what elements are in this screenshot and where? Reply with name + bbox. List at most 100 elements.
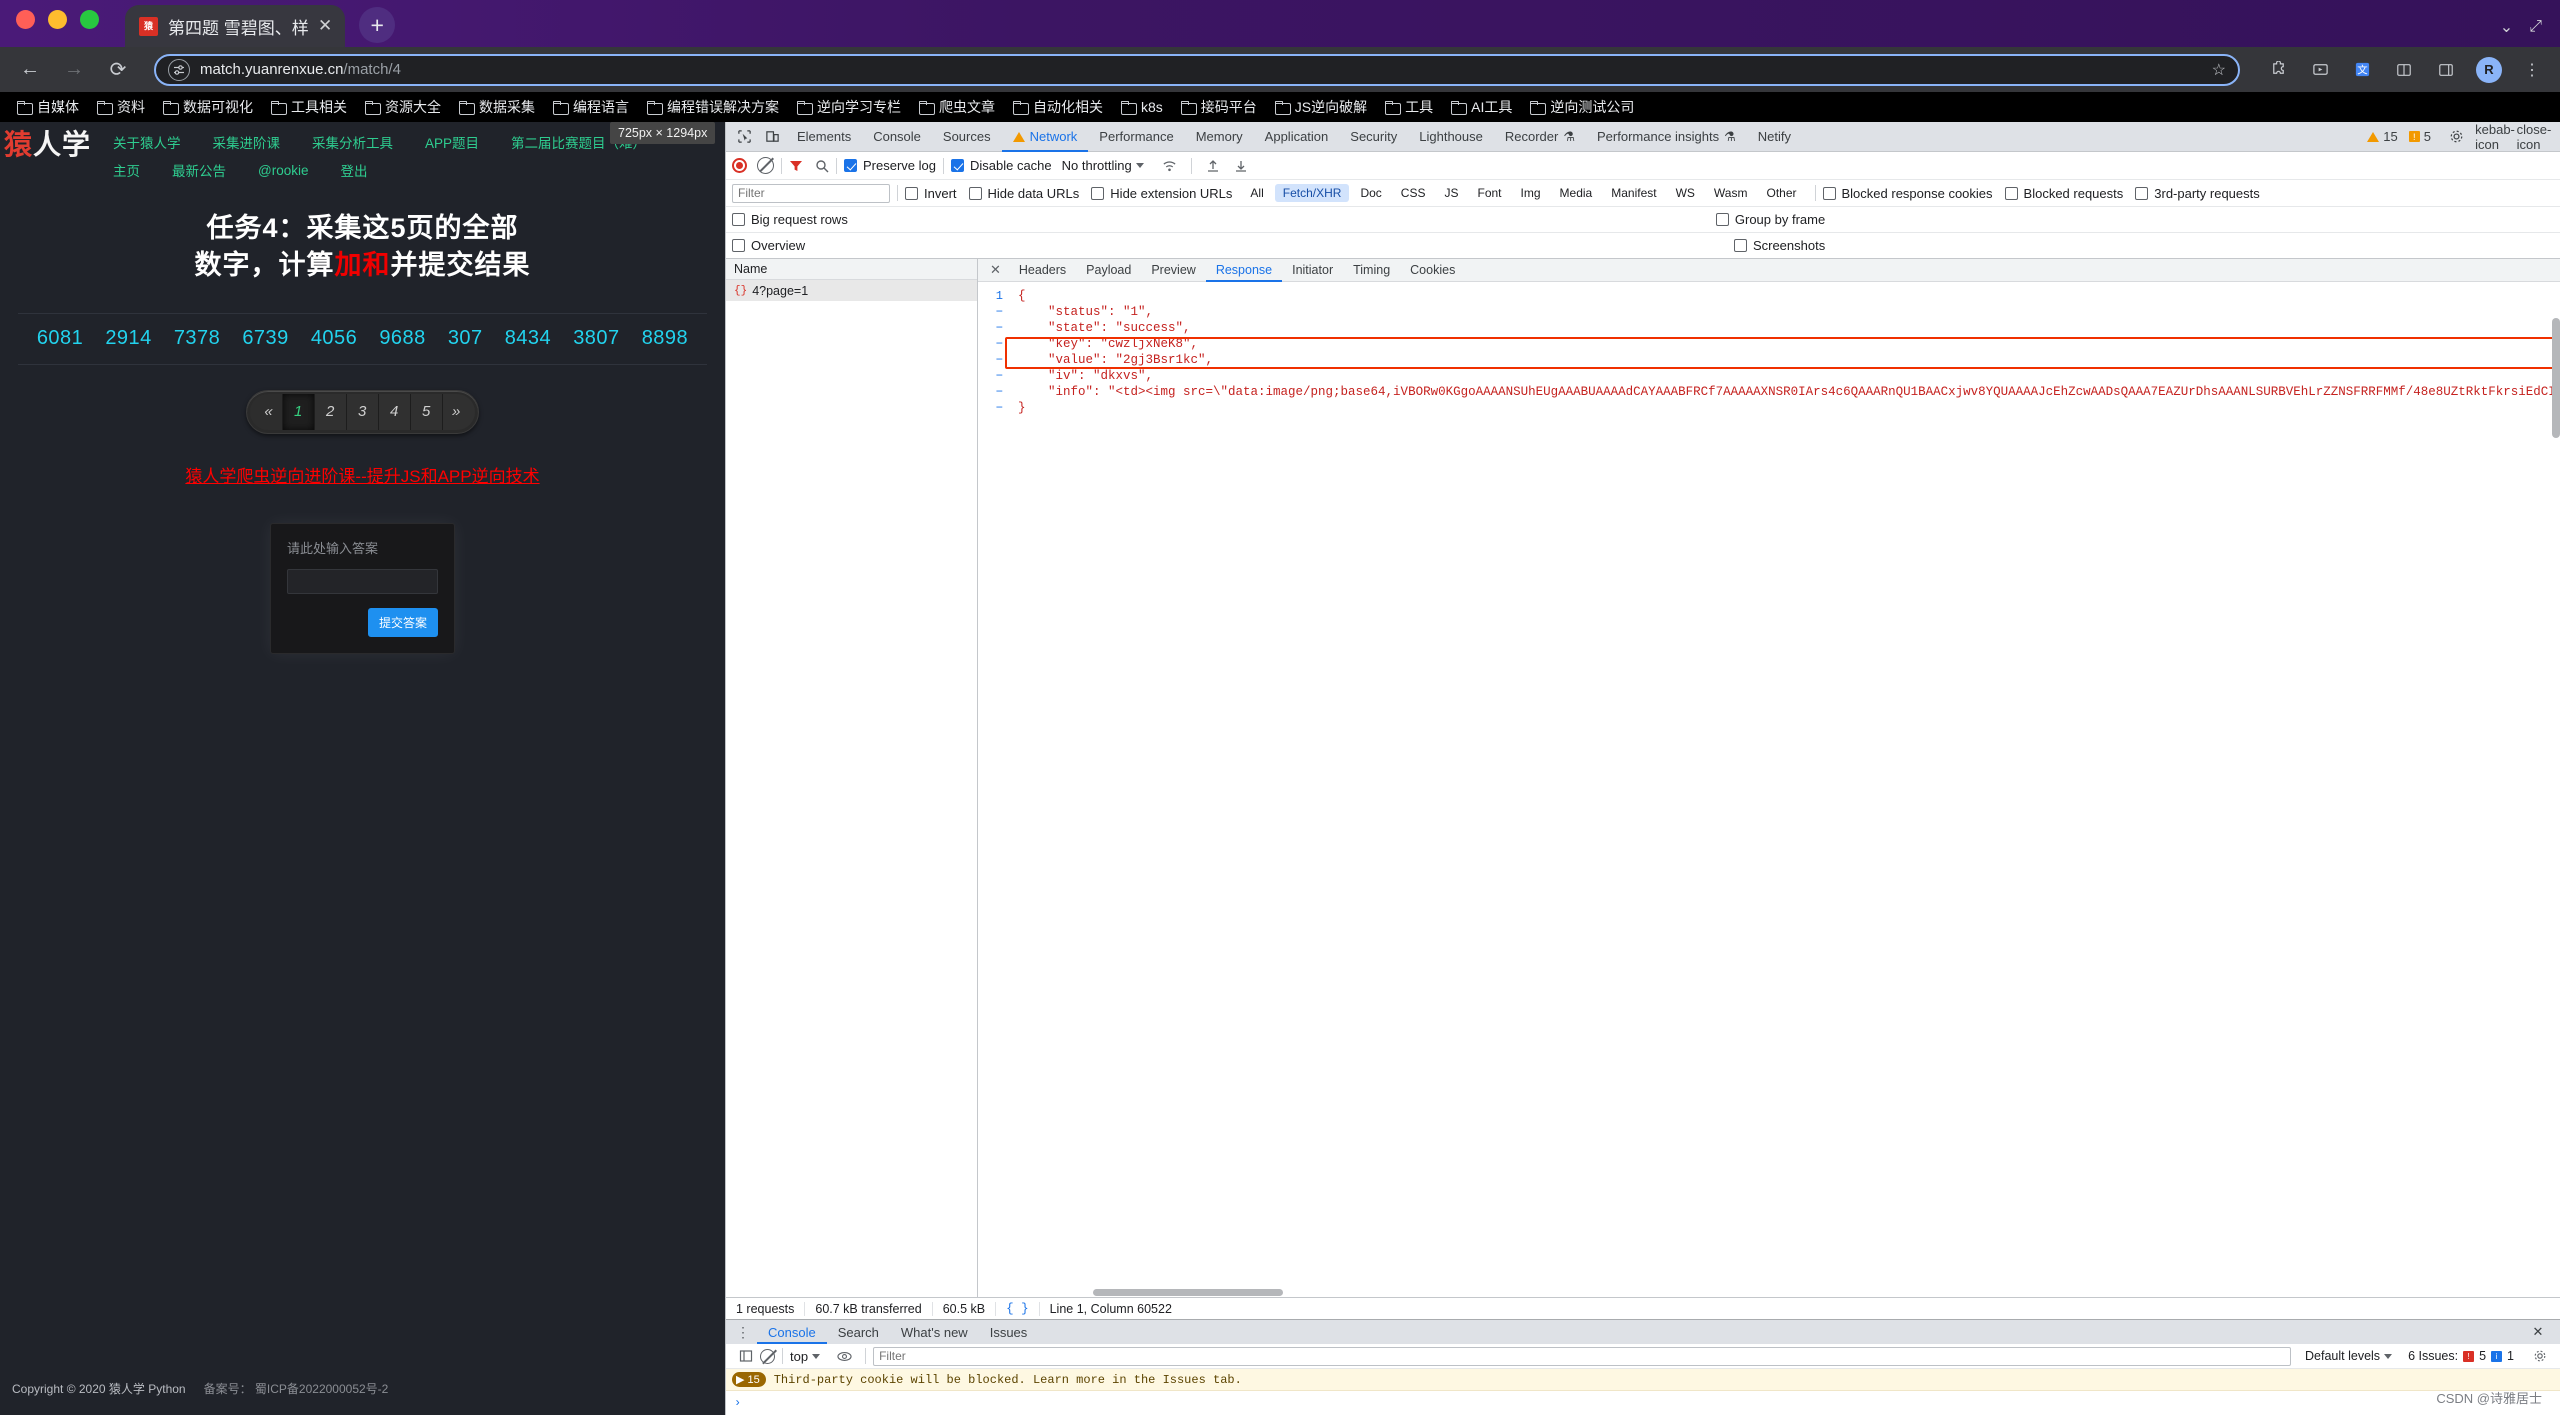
nav-link-logout[interactable]: 登出 [325, 156, 384, 184]
tab-elements[interactable]: Elements [786, 122, 862, 152]
nav-link-course[interactable]: 采集进阶课 [197, 128, 297, 156]
course-promo-link[interactable]: 猿人学爬虫逆向进阶课--提升JS和APP逆向技术 [0, 462, 725, 487]
reload-button[interactable]: ⟳ [104, 56, 132, 84]
new-tab-button[interactable]: + [359, 7, 396, 43]
back-button[interactable]: ← [16, 56, 44, 84]
fold-toggle[interactable]: − [978, 305, 1012, 319]
console-input-prompt[interactable]: › [726, 1391, 2560, 1415]
all-bookmarks-button[interactable]: All Bookmarks [2437, 98, 2552, 116]
nav-link-app[interactable]: APP题目 [409, 128, 495, 156]
console-sidebar-icon[interactable] [732, 1343, 760, 1369]
blocked-response-cookies-checkbox[interactable]: Blocked response cookies [1822, 186, 1993, 201]
console-filter-input[interactable] [873, 1346, 2292, 1366]
fold-toggle[interactable]: − [978, 401, 1012, 415]
bookmark-item[interactable]: 数据采集 [450, 97, 544, 117]
response-vertical-scrollbar[interactable] [2552, 318, 2560, 438]
chip-wasm[interactable]: Wasm [1706, 184, 1756, 202]
drawer-tab-console[interactable]: Console [757, 1320, 827, 1344]
chip-css[interactable]: CSS [1393, 184, 1434, 202]
minimize-icon[interactable]: ⌄ [2500, 17, 2513, 37]
tab-lighthouse[interactable]: Lighthouse [1408, 122, 1494, 152]
fold-toggle[interactable]: − [978, 385, 1012, 399]
drawer-tab-issues[interactable]: Issues [979, 1320, 1039, 1344]
tab-memory[interactable]: Memory [1185, 122, 1254, 152]
export-har-icon[interactable] [1227, 153, 1255, 179]
restore-icon[interactable]: ⤢ [2529, 18, 2542, 36]
gear-icon[interactable] [2442, 124, 2470, 150]
bookmark-item[interactable]: 编程语言 [544, 97, 638, 117]
address-bar[interactable]: match.yuanrenxue.cn/match/4 ☆ [154, 53, 2240, 86]
bookmark-item[interactable]: 自动化相关 [1004, 97, 1112, 117]
bookmark-item[interactable]: 逆向学习专栏 [788, 97, 910, 117]
detail-tab-payload[interactable]: Payload [1076, 259, 1141, 282]
record-network-button[interactable] [732, 158, 747, 173]
media-control-icon[interactable] [2308, 58, 2332, 82]
extension-puzzle-icon[interactable] [2266, 58, 2290, 82]
preserve-log-checkbox[interactable]: Preserve log [844, 158, 936, 173]
site-settings-icon[interactable] [168, 58, 190, 81]
invert-checkbox[interactable]: Invert [905, 186, 957, 201]
chip-media[interactable]: Media [1552, 184, 1601, 202]
filter-funnel-icon[interactable] [789, 159, 803, 173]
sidebar-icon[interactable] [2434, 58, 2458, 82]
tab-performance[interactable]: Performance [1088, 122, 1184, 152]
chip-font[interactable]: Font [1470, 184, 1510, 202]
bookmark-item[interactable]: 接码平台 [1172, 97, 1266, 117]
close-detail-icon[interactable]: ✕ [982, 259, 1009, 282]
pagination-page-3[interactable]: 3 [346, 393, 379, 430]
detail-tab-preview[interactable]: Preview [1141, 259, 1205, 282]
answer-input[interactable] [287, 568, 438, 594]
overview-checkbox[interactable]: Overview [732, 238, 805, 253]
minimize-window-button[interactable] [48, 9, 67, 29]
request-row[interactable]: {} 4?page=1 [726, 280, 977, 301]
pagination-page-2[interactable]: 2 [314, 393, 347, 430]
fold-toggle[interactable]: − [978, 369, 1012, 383]
nav-link-news[interactable]: 最新公告 [156, 156, 242, 184]
hide-data-urls-checkbox[interactable]: Hide data URLs [968, 186, 1079, 201]
close-tab-icon[interactable]: ✕ [318, 16, 332, 36]
bookmark-item[interactable]: 工具 [1376, 97, 1442, 117]
console-settings-gear-icon[interactable] [2526, 1343, 2554, 1369]
profile-avatar[interactable]: R [2476, 56, 2502, 83]
throttling-select[interactable]: No throttling [1062, 158, 1144, 173]
bookmark-item[interactable]: JS逆向破解 [1266, 97, 1376, 117]
translate-icon[interactable]: 文 [2350, 58, 2374, 82]
pretty-print-icon[interactable]: { } [996, 1301, 1040, 1316]
maximize-window-button[interactable] [80, 9, 99, 29]
drawer-kebab-icon[interactable]: ⋮ [730, 1324, 757, 1341]
message-count-badge[interactable]: ▶ 15 [732, 1372, 766, 1387]
detail-tab-cookies[interactable]: Cookies [1400, 259, 1465, 282]
chip-all[interactable]: All [1242, 184, 1271, 202]
fold-toggle[interactable]: − [978, 353, 1012, 367]
drawer-tab-search[interactable]: Search [827, 1320, 890, 1344]
detail-tab-timing[interactable]: Timing [1343, 259, 1400, 282]
tab-recorder[interactable]: Recorder ⚗ [1494, 122, 1586, 152]
issues-summary[interactable]: 6 Issues: ! 5 i 1 [2408, 1349, 2514, 1363]
group-by-frame-checkbox[interactable]: Group by frame [1715, 212, 1825, 227]
close-window-button[interactable] [16, 9, 35, 29]
bookmark-item[interactable]: 自媒体 [8, 97, 88, 117]
network-filter-input[interactable] [732, 183, 890, 203]
chip-ws[interactable]: WS [1668, 184, 1703, 202]
nav-link-about[interactable]: 关于猿人学 [97, 128, 197, 156]
nav-link-user[interactable]: @rookie [242, 159, 324, 182]
chip-fetch-xhr[interactable]: Fetch/XHR [1274, 184, 1350, 202]
detail-tab-initiator[interactable]: Initiator [1282, 259, 1343, 282]
disable-cache-checkbox[interactable]: Disable cache [950, 158, 1052, 173]
detail-tab-headers[interactable]: Headers [1009, 259, 1076, 282]
tab-performance-insights[interactable]: Performance insights ⚗ [1586, 122, 1747, 152]
browser-tab[interactable]: 猿 第四题 雪碧图、样式干扰 - 猿人 ✕ [125, 5, 346, 47]
pagination-page-4[interactable]: 4 [378, 393, 411, 430]
screenshots-checkbox[interactable]: Screenshots [1733, 238, 1825, 253]
devtools-close-icon[interactable]: close-icon [2517, 122, 2552, 152]
drawer-close-icon[interactable]: ✕ [2524, 1319, 2552, 1345]
bookmark-item[interactable]: 爬虫文章 [910, 97, 1004, 117]
tab-security[interactable]: Security [1339, 122, 1408, 152]
live-expression-icon[interactable] [830, 1343, 858, 1369]
third-party-requests-checkbox[interactable]: 3rd-party requests [2135, 186, 2260, 201]
chip-js[interactable]: JS [1436, 184, 1466, 202]
tab-sources[interactable]: Sources [932, 122, 1002, 152]
browser-menu-kebab-icon[interactable]: ⋮ [2520, 58, 2544, 82]
pagination-page-1[interactable]: 1 [282, 393, 315, 430]
forward-button[interactable]: → [60, 56, 88, 84]
